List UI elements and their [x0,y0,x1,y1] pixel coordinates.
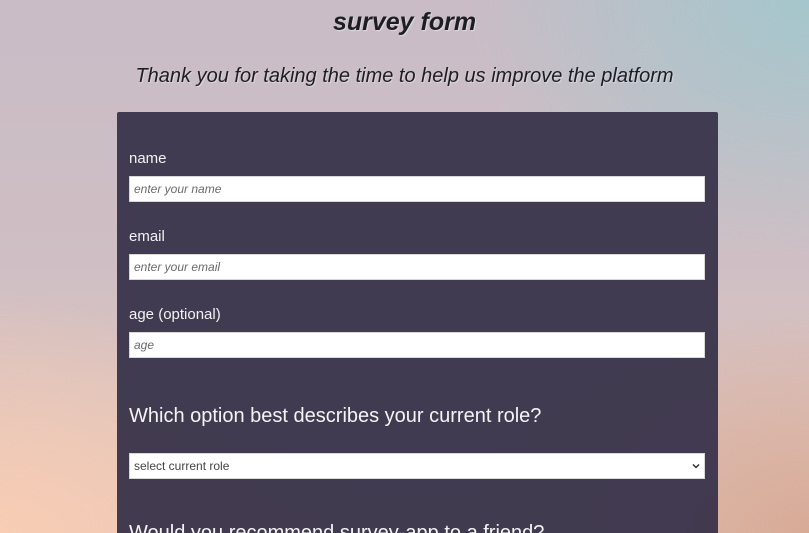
name-input[interactable] [129,176,705,202]
page-title: survey form [332,8,477,36]
chevron-down-icon [692,462,700,470]
email-input[interactable] [129,254,705,280]
name-label: name [129,150,167,167]
role-select[interactable]: select current role [129,453,705,479]
page-subtitle: Thank you for taking the time to help us… [135,65,674,87]
recommend-question: Would you recommend survey-app to a frie… [129,522,545,533]
age-label: age (optional) [129,306,221,323]
role-question: Which option best describes your current… [129,405,542,427]
survey-form: name email age (optional) Which option b… [117,112,718,533]
age-input[interactable] [129,332,705,358]
role-select-value: select current role [134,459,230,473]
email-label: email [129,228,165,245]
